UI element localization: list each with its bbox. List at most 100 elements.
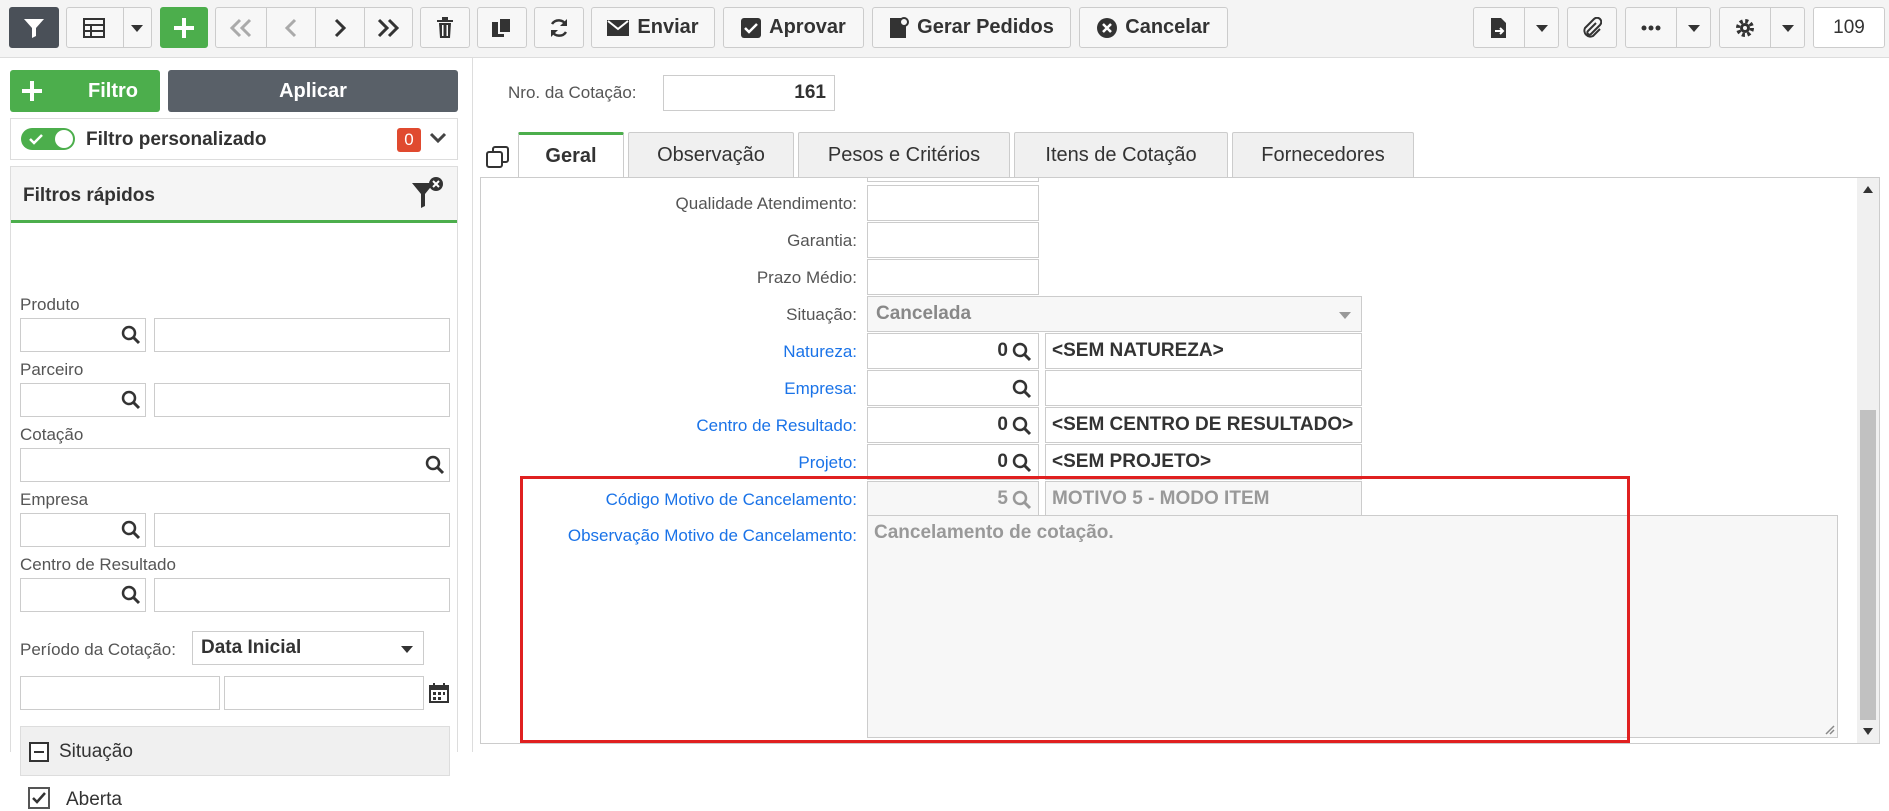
empresa-label[interactable]: Empresa: — [481, 379, 857, 399]
projeto-label[interactable]: Projeto: — [481, 453, 857, 473]
last-record-button[interactable] — [364, 8, 412, 47]
tab-label: Itens de Cotação — [1045, 143, 1197, 166]
natureza-desc-field: <SEM NATUREZA> — [1045, 333, 1362, 369]
more-options-button[interactable] — [1625, 7, 1711, 48]
centro-resultado-desc-input[interactable] — [154, 578, 450, 612]
add-filter-button[interactable]: Filtro — [10, 70, 160, 112]
situacao-select[interactable]: Cancelada — [867, 296, 1362, 332]
period-select-value: Data Inicial — [201, 637, 302, 658]
parceiro-desc-input[interactable] — [154, 383, 450, 417]
chevron-down-icon — [1688, 25, 1700, 32]
situacao-value: Cancelada — [876, 303, 972, 324]
tab-label: Observação — [657, 143, 765, 166]
add-button[interactable] — [160, 7, 208, 48]
natureza-label[interactable]: Natureza: — [481, 342, 857, 362]
scroll-up-icon[interactable] — [1863, 186, 1873, 193]
search-icon[interactable] — [425, 455, 445, 475]
resize-handle-icon[interactable] — [1823, 723, 1835, 735]
filter-panel: Filtro Aplicar Filtro personalizado 0 Fi… — [0, 58, 468, 810]
main-toolbar: Enviar Aprovar Gerar Pedidos Cancelar 10… — [0, 0, 1889, 58]
chevron-down-icon — [1782, 25, 1794, 32]
situacao-label: Situação: — [786, 305, 857, 324]
nro-cotacao-field[interactable]: 161 — [663, 75, 835, 111]
filter-toggle-button[interactable] — [9, 7, 59, 48]
search-icon[interactable] — [1012, 416, 1032, 436]
send-button[interactable]: Enviar — [591, 7, 715, 48]
search-icon[interactable] — [121, 390, 141, 410]
tab-fornecedores[interactable]: Fornecedores — [1232, 132, 1414, 177]
search-icon[interactable] — [121, 585, 141, 605]
centro-resultado-desc: <SEM CENTRO DE RESULTADO> — [1052, 414, 1354, 435]
centro-resultado-code-input[interactable] — [20, 578, 146, 612]
empresa-code-input[interactable] — [20, 513, 146, 547]
refresh-button[interactable] — [534, 7, 584, 48]
tab-pesos-criterios[interactable]: Pesos e Critérios — [798, 132, 1010, 177]
custom-filter-count: 0 — [404, 130, 414, 149]
quick-filters-box: Filtros rápidos Produto Parceiro Cotação… — [10, 166, 458, 810]
attach-button[interactable] — [1567, 7, 1617, 48]
delete-button[interactable] — [420, 7, 470, 48]
calendar-icon[interactable] — [429, 683, 449, 703]
apply-button[interactable]: Aplicar — [168, 70, 458, 112]
prazo-field[interactable] — [867, 259, 1039, 295]
next-record-button[interactable] — [315, 8, 364, 47]
period-end-input[interactable] — [224, 676, 424, 710]
tab-itens-cotacao[interactable]: Itens de Cotação — [1014, 132, 1228, 177]
period-start-input[interactable] — [20, 676, 220, 710]
qualidade-field[interactable] — [867, 185, 1039, 221]
garantia-field[interactable] — [867, 222, 1039, 258]
search-icon[interactable] — [1012, 342, 1032, 362]
previous-record-button[interactable] — [266, 8, 315, 47]
projeto-code: 0 — [997, 451, 1008, 472]
custom-filter-count-badge: 0 — [397, 128, 421, 152]
produto-code-input[interactable] — [20, 318, 146, 352]
cotacao-input[interactable] — [20, 448, 450, 482]
search-icon[interactable] — [1012, 379, 1032, 399]
cancel-button[interactable]: Cancelar — [1079, 7, 1228, 48]
funnel-icon — [24, 18, 44, 38]
generate-orders-button[interactable]: Gerar Pedidos — [872, 7, 1071, 48]
empresa-code-field[interactable] — [867, 370, 1039, 406]
first-record-button[interactable] — [216, 8, 266, 47]
situacao-title: Situação — [59, 741, 133, 762]
vertical-scrollbar[interactable] — [1857, 178, 1879, 743]
empresa-desc-input[interactable] — [154, 513, 450, 547]
empresa-desc-field — [1045, 370, 1362, 406]
produto-desc-input[interactable] — [154, 318, 450, 352]
scroll-down-icon[interactable] — [1863, 728, 1873, 735]
situacao-aberta-checkbox[interactable] — [28, 787, 50, 809]
period-label: Período da Cotação: — [20, 640, 176, 659]
clear-filter-icon[interactable] — [411, 175, 445, 211]
plus-icon — [22, 81, 42, 101]
grid-view-button[interactable] — [66, 7, 152, 48]
natureza-code-field[interactable]: 0 — [867, 333, 1039, 369]
search-icon[interactable] — [1012, 453, 1032, 473]
period-select[interactable]: Data Inicial — [192, 631, 424, 665]
approve-button[interactable]: Aprovar — [723, 7, 864, 48]
cotacao-label: Cotação — [20, 425, 84, 444]
chevron-down-icon — [1339, 312, 1351, 319]
scrollbar-thumb[interactable] — [1860, 410, 1876, 720]
grid-icon — [83, 17, 105, 38]
duplicate-tab-icon[interactable] — [486, 146, 510, 170]
quick-filters-header: Filtros rápidos — [11, 167, 457, 223]
tab-geral[interactable]: Geral — [518, 132, 624, 178]
document-gear-icon — [890, 16, 910, 38]
custom-filter-toggle[interactable] — [21, 128, 75, 150]
duplicate-button[interactable] — [477, 7, 527, 48]
centro-resultado-code-field[interactable]: 0 — [867, 407, 1039, 443]
record-count-badge: 109 — [1813, 7, 1885, 48]
projeto-code-field[interactable]: 0 — [867, 444, 1039, 480]
tab-observacao[interactable]: Observação — [628, 132, 794, 177]
search-icon[interactable] — [121, 325, 141, 345]
tab-label: Fornecedores — [1261, 143, 1385, 166]
search-icon[interactable] — [121, 520, 141, 540]
centro-resultado-label[interactable]: Centro de Resultado: — [481, 416, 857, 436]
partial-field[interactable] — [867, 178, 1039, 182]
chevron-down-icon[interactable] — [429, 132, 447, 144]
settings-button[interactable] — [1719, 7, 1805, 48]
situacao-group-header[interactable]: Situação — [20, 726, 450, 776]
export-button[interactable] — [1473, 7, 1559, 48]
parceiro-code-input[interactable] — [20, 383, 146, 417]
chevron-left-icon — [284, 18, 296, 37]
